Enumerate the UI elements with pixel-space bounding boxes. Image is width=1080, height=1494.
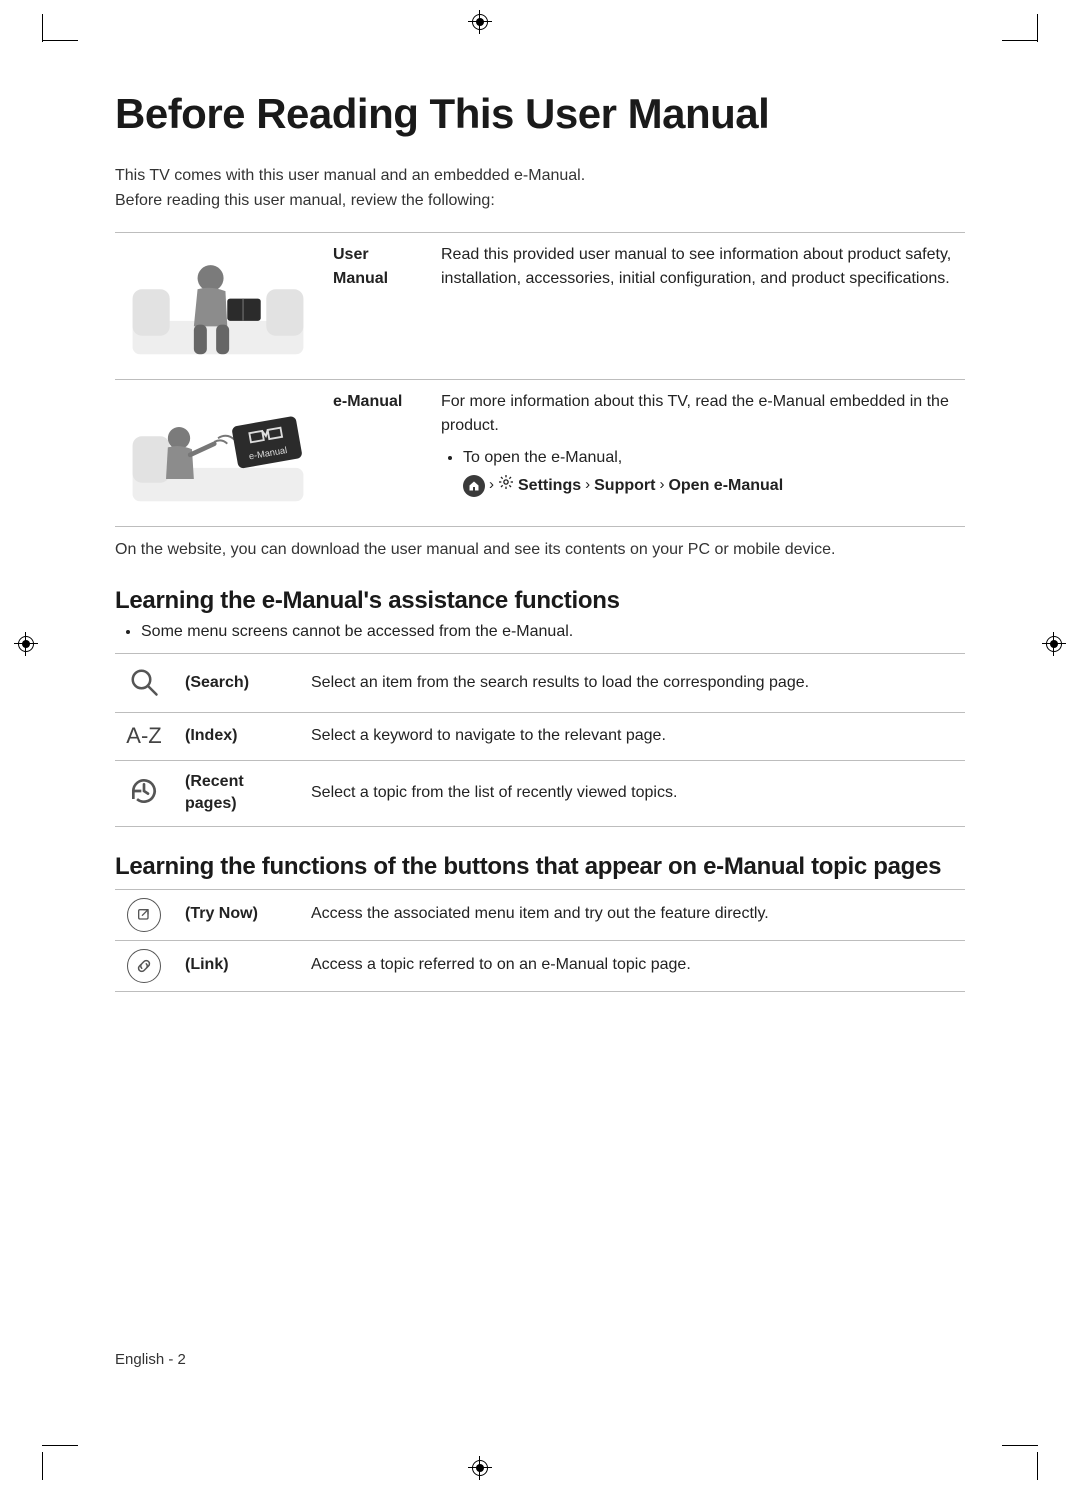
- page-title: Before Reading This User Manual: [115, 90, 965, 138]
- try-now-icon: [127, 898, 161, 932]
- e-manual-illustration-cell: e-Manual: [115, 379, 321, 526]
- recent-icon-cell: [115, 760, 173, 826]
- chevron-right-icon: ›: [659, 474, 664, 497]
- intro-line-1: This TV comes with this user manual and …: [115, 167, 585, 184]
- chevron-right-icon: ›: [585, 474, 590, 497]
- assist-note-list: Some menu screens cannot be accessed fro…: [115, 623, 965, 641]
- search-desc: Select an item from the search results t…: [299, 653, 965, 712]
- index-icon-cell: A-Z: [115, 712, 173, 760]
- e-manual-desc-intro: For more information about this TV, read…: [441, 390, 953, 438]
- page-footer: English - 2: [115, 1351, 186, 1368]
- e-manual-desc: For more information about this TV, read…: [429, 379, 965, 526]
- footer-sep: -: [164, 1351, 177, 1368]
- table-row: User Manual Read this provided user manu…: [115, 232, 965, 379]
- e-manual-label: e-Manual: [321, 379, 429, 526]
- path-settings: Settings: [518, 474, 581, 498]
- footer-lang: English: [115, 1351, 164, 1368]
- try-now-icon-cell: [115, 889, 173, 940]
- user-manual-illustration-cell: [115, 232, 321, 379]
- user-manual-illustration: [123, 241, 313, 371]
- table-row: e-Manual e-Manual For more information a…: [115, 379, 965, 526]
- manual-table: User Manual Read this provided user manu…: [115, 232, 965, 527]
- topic-buttons-table: (Try Now) Access the associated menu ite…: [115, 889, 965, 992]
- link-label: (Link): [173, 940, 299, 991]
- index-icon: A-Z: [126, 723, 161, 748]
- gear-icon: [498, 474, 514, 498]
- link-icon-cell: [115, 940, 173, 991]
- registration-mark-top: [470, 12, 490, 32]
- path-support: Support: [594, 474, 655, 498]
- table-row: A-Z (Index) Select a keyword to navigate…: [115, 712, 965, 760]
- table-row: (Link) Access a topic referred to on an …: [115, 940, 965, 991]
- after-table-note: On the website, you can download the use…: [115, 541, 965, 559]
- user-manual-label: User Manual: [321, 232, 429, 379]
- e-manual-bullet: To open the e-Manual,: [463, 449, 622, 466]
- try-now-label: (Try Now): [173, 889, 299, 940]
- intro-text: This TV comes with this user manual and …: [115, 164, 965, 214]
- index-desc: Select a keyword to navigate to the rele…: [299, 712, 965, 760]
- e-manual-open-steps: To open the e-Manual, › Settings › Su: [441, 446, 953, 498]
- footer-page-number: 2: [178, 1351, 186, 1368]
- intro-line-2: Before reading this user manual, review …: [115, 192, 495, 209]
- e-manual-illustration: e-Manual: [123, 388, 313, 518]
- recent-icon: [124, 771, 164, 811]
- search-icon: [124, 662, 164, 702]
- table-row: (Search) Select an item from the search …: [115, 653, 965, 712]
- heading-topic-buttons: Learning the functions of the buttons th…: [115, 853, 965, 881]
- home-icon: [463, 475, 485, 497]
- e-manual-nav-path: › Settings › Support › Open e-Manual: [463, 474, 953, 498]
- link-desc: Access a topic referred to on an e-Manua…: [299, 940, 965, 991]
- user-manual-desc: Read this provided user manual to see in…: [429, 232, 965, 379]
- table-row: (Try Now) Access the associated menu ite…: [115, 889, 965, 940]
- index-label: (Index): [173, 712, 299, 760]
- assist-note: Some menu screens cannot be accessed fro…: [141, 623, 965, 641]
- table-row: (Recent pages) Select a topic from the l…: [115, 760, 965, 826]
- link-icon: [127, 949, 161, 983]
- search-icon-cell: [115, 653, 173, 712]
- heading-assist-functions: Learning the e-Manual's assistance funct…: [115, 587, 965, 615]
- recent-label: (Recent pages): [173, 760, 299, 826]
- path-open-e-manual: Open e-Manual: [668, 474, 783, 498]
- registration-mark-left: [16, 634, 36, 654]
- chevron-right-icon: ›: [489, 474, 494, 497]
- try-now-desc: Access the associated menu item and try …: [299, 889, 965, 940]
- page-body: Before Reading This User Manual This TV …: [115, 90, 965, 1002]
- search-label: (Search): [173, 653, 299, 712]
- recent-desc: Select a topic from the list of recently…: [299, 760, 965, 826]
- registration-mark-right: [1044, 634, 1064, 654]
- registration-mark-bottom: [470, 1458, 490, 1478]
- assist-functions-table: (Search) Select an item from the search …: [115, 653, 965, 827]
